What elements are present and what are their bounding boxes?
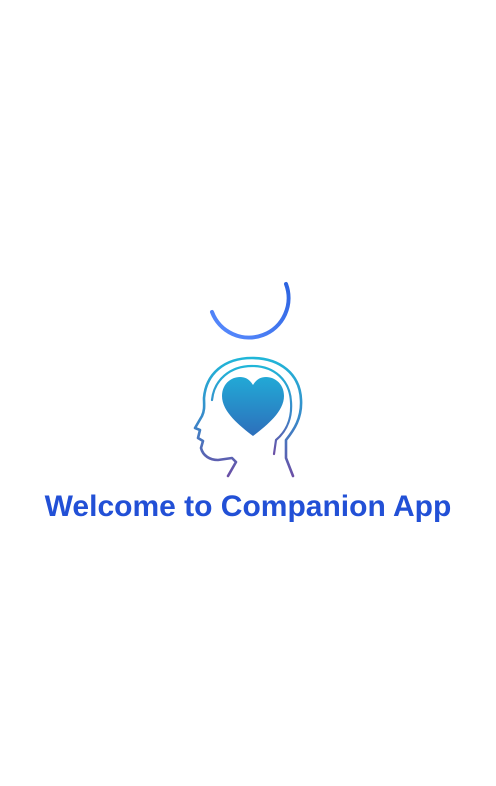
welcome-title: Welcome to Companion App [0,487,496,527]
loading-spinner-icon [210,282,291,340]
head-with-heart-icon [193,356,303,478]
welcome-title-text: Welcome to Companion App [44,490,452,523]
splash-screen: Welcome to Companion App [0,0,496,786]
heart-icon [222,377,284,436]
